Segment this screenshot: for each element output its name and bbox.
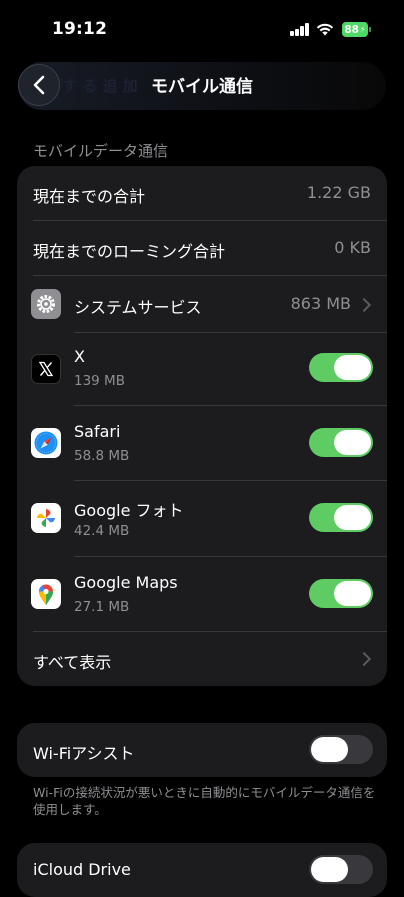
battery-icon: 88 ⚡	[342, 22, 368, 37]
battery-tip	[369, 27, 371, 32]
app-name: X	[74, 347, 85, 366]
wifi-assist-toggle[interactable]	[309, 735, 373, 764]
cellular-toggle-safari[interactable]	[309, 428, 373, 457]
icloud-drive-toggle[interactable]	[309, 855, 373, 884]
app-usage: 27.1 MB	[74, 599, 130, 615]
google-photos-pinwheel-icon	[31, 503, 61, 533]
battery-level: 88	[344, 23, 359, 36]
gear-icon	[31, 289, 61, 319]
cellular-toggle-x[interactable]	[309, 353, 373, 382]
wifi-icon	[316, 23, 334, 36]
app-row-safari: Safari 58.8 MB	[17, 406, 387, 480]
charging-bolt-icon: ⚡	[360, 25, 366, 34]
total-usage-row: 現在までの合計 1.22 GB	[17, 166, 387, 220]
wifi-assist-label: Wi-Fiアシスト	[33, 744, 135, 763]
app-usage: 42.4 MB	[74, 523, 130, 539]
icloud-drive-card: iCloud Drive	[17, 843, 387, 897]
cellular-toggle-google-maps[interactable]	[309, 579, 373, 608]
toggle-knob	[334, 505, 371, 530]
app-usage: 58.8 MB	[74, 448, 130, 464]
toggle-knob	[311, 737, 348, 762]
total-usage-label: 現在までの合計	[33, 187, 146, 206]
navigation-bar: す る 追 加 モバイル通信	[0, 56, 404, 112]
page-title: モバイル通信	[151, 77, 253, 97]
cellular-signal-icon	[290, 23, 310, 36]
toggle-knob	[334, 355, 371, 380]
show-all-row[interactable]: すべて表示	[17, 632, 387, 686]
status-bar: 19:12 88 ⚡	[0, 0, 404, 56]
safari-compass-icon	[31, 428, 61, 458]
total-usage-value: 1.22 GB	[306, 183, 371, 202]
roaming-usage-label: 現在までのローミング合計	[33, 242, 226, 261]
section-header-cellular-data: モバイルデータ通信	[33, 142, 169, 160]
app-row-google-maps: Google Maps 27.1 MB	[17, 557, 387, 631]
x-logo-icon	[31, 354, 61, 384]
cellular-usage-card: 現在までの合計 1.22 GB 現在までのローミング合計 0 KB システムサー…	[17, 166, 387, 686]
app-name: Safari	[74, 422, 121, 441]
roaming-usage-row: 現在までのローミング合計 0 KB	[17, 221, 387, 275]
wifi-assist-card: Wi-Fiアシスト	[17, 723, 387, 777]
wifi-assist-footnote: Wi-Fiの接続状況が悪いときに自動的にモバイルデータ通信を使用します。	[33, 785, 376, 817]
toggle-knob	[334, 581, 371, 606]
google-maps-pin-icon	[31, 579, 61, 609]
system-services-row[interactable]: システムサービス 863 MB	[17, 276, 387, 332]
chevron-right-icon	[356, 297, 372, 313]
app-row-google-photos: Google フォト 42.4 MB	[17, 481, 387, 556]
app-name: Google Maps	[74, 573, 178, 592]
system-services-value: 863 MB	[290, 294, 351, 313]
show-all-label: すべて表示	[33, 653, 112, 672]
app-name: Google フォト	[74, 501, 184, 520]
cellular-toggle-google-photos[interactable]	[309, 503, 373, 532]
chevron-right-icon	[356, 651, 372, 667]
roaming-usage-value: 0 KB	[334, 238, 371, 257]
app-usage: 139 MB	[74, 373, 125, 389]
toggle-knob	[311, 857, 348, 882]
icloud-drive-label: iCloud Drive	[33, 860, 131, 879]
system-services-label: システムサービス	[74, 298, 202, 317]
app-row-x: X 139 MB	[17, 333, 387, 405]
status-time: 19:12	[52, 19, 108, 39]
toggle-knob	[334, 430, 371, 455]
